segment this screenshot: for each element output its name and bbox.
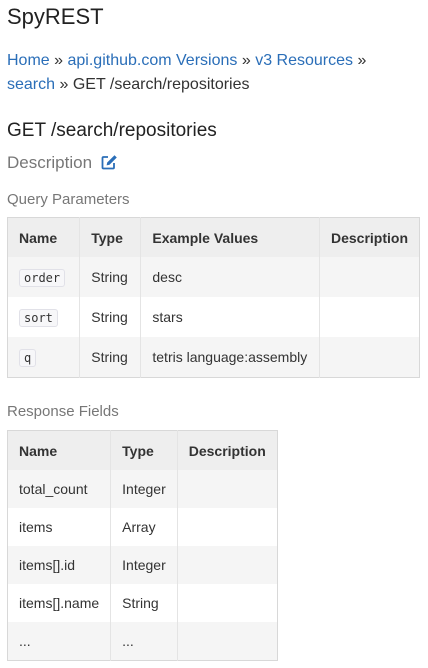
- field-name: items: [19, 519, 53, 535]
- edit-icon[interactable]: [97, 153, 118, 172]
- query-parameters-table: Name Type Example Values Description ord…: [7, 217, 420, 378]
- field-name: ...: [7, 622, 111, 661]
- breadcrumb-versions-link[interactable]: api.github.com Versions: [68, 52, 238, 69]
- field-description: [176, 508, 278, 546]
- response-fields-title: Response Fields: [7, 403, 119, 420]
- page-heading: GET /search/repositories: [7, 120, 217, 141]
- breadcrumb-separator: »: [59, 76, 69, 93]
- breadcrumb-home-link[interactable]: Home: [7, 52, 50, 69]
- field-name: items[].name: [19, 595, 100, 611]
- param-type: String: [79, 257, 141, 297]
- site-title[interactable]: SpyREST: [7, 4, 104, 30]
- table-row: ... ...: [7, 622, 278, 661]
- table-row: items Array: [8, 508, 278, 546]
- field-type: Array: [110, 508, 178, 546]
- field-name: total_count: [7, 470, 111, 508]
- param-name: sort: [19, 309, 58, 327]
- column-header: Name: [7, 217, 80, 257]
- field-description: [176, 470, 278, 508]
- param-description: [318, 337, 420, 378]
- param-name: order: [19, 269, 66, 287]
- column-header: Example Values: [140, 217, 320, 257]
- breadcrumb-resources-link[interactable]: v3 Resources: [255, 52, 353, 69]
- query-parameters-title: Query Parameters: [7, 191, 130, 208]
- field-name: items[].id: [7, 546, 111, 584]
- column-header: Type: [110, 430, 178, 470]
- column-header: Type: [79, 217, 141, 257]
- param-example: tetris language:assembly: [140, 337, 320, 378]
- table-row: q String tetris language:assembly: [7, 337, 420, 378]
- breadcrumb: Home » api.github.com Versions » v3 Reso…: [7, 49, 417, 97]
- param-description: [318, 297, 420, 337]
- column-header: Name: [7, 430, 111, 470]
- field-type: Integer: [110, 470, 178, 508]
- table-row: items[].id Integer: [7, 546, 278, 584]
- table-header-row: Name Type Example Values Description: [7, 217, 420, 257]
- param-name-cell: q: [7, 337, 80, 378]
- breadcrumb-separator: »: [241, 52, 251, 69]
- field-description: [176, 584, 278, 622]
- param-name: q: [19, 349, 37, 367]
- column-header: Description: [318, 217, 420, 257]
- column-header: Description: [176, 430, 278, 470]
- field-type: Integer: [110, 546, 178, 584]
- table-row: items[].name String: [8, 584, 278, 622]
- breadcrumb-search-link[interactable]: search: [7, 76, 55, 93]
- field-description: [176, 546, 278, 584]
- param-name-cell: sort: [8, 297, 80, 337]
- param-type: String: [79, 337, 141, 378]
- breadcrumb-separator: »: [54, 52, 64, 69]
- field-type: String: [110, 584, 178, 622]
- param-type: String: [79, 297, 141, 337]
- breadcrumb-current: GET /search/repositories: [72, 76, 250, 93]
- response-fields-table: Name Type Description total_count Intege…: [7, 430, 278, 661]
- description-label: Description: [7, 153, 93, 172]
- param-name-cell: order: [7, 257, 80, 297]
- param-description: [318, 257, 420, 297]
- param-example: desc: [140, 257, 320, 297]
- field-description: [176, 622, 278, 661]
- field-type: ...: [110, 622, 178, 661]
- breadcrumb-separator: »: [357, 52, 367, 69]
- table-header-row: Name Type Description: [7, 430, 278, 470]
- table-row: sort String stars: [8, 297, 420, 337]
- table-row: order String desc: [7, 257, 420, 297]
- description-heading: Description: [7, 153, 118, 173]
- param-example: stars: [140, 297, 320, 337]
- table-row: total_count Integer: [7, 470, 278, 508]
